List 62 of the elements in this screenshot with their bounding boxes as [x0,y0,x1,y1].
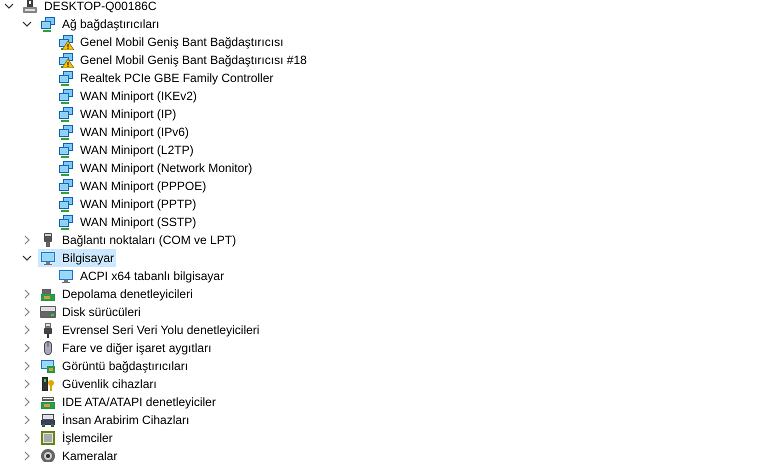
tree-item[interactable]: WAN Miniport (L2TP) [56,141,196,159]
tree-item[interactable]: WAN Miniport (IP) [56,105,178,123]
tree-item[interactable]: Realtek PCIe GBE Family Controller [56,69,276,87]
monitor-icon [40,250,56,266]
network-icon [58,196,74,212]
expand-chevron-icon[interactable] [22,451,32,461]
tree-item[interactable]: Evrensel Seri Veri Yolu denetleyicileri [38,321,262,339]
expand-chevron-icon[interactable] [22,361,32,371]
tree-item[interactable]: WAN Miniport (Network Monitor) [56,159,254,177]
keyboard-icon [40,412,56,428]
collapse-chevron-icon[interactable] [22,19,32,29]
network-icon [58,214,74,230]
expand-chevron-icon[interactable] [22,307,32,317]
tree-item[interactable]: WAN Miniport (SSTP) [56,213,198,231]
expand-chevron-icon[interactable] [22,415,32,425]
network-warning-icon [58,52,74,68]
network-icon [58,124,74,140]
tree-item[interactable]: Depolama denetleyicileri [38,285,195,303]
monitor-icon [58,268,74,284]
collapse-chevron-icon[interactable] [4,1,14,11]
chip-icon [40,430,56,446]
tree-item[interactable]: Bilgisayar [38,249,116,267]
tree-item[interactable]: Güvenlik cihazları [38,375,159,393]
tree-item[interactable]: Disk sürücüleri [38,303,143,321]
network-warning-icon [58,34,74,50]
display-adapter-icon [40,358,56,374]
security-icon [40,376,56,392]
expand-chevron-icon[interactable] [22,343,32,353]
expand-chevron-icon[interactable] [22,397,32,407]
tree-item[interactable]: Bağlantı noktaları (COM ve LPT) [38,231,238,249]
expand-chevron-icon[interactable] [22,433,32,443]
expand-chevron-icon[interactable] [22,289,32,299]
ide-icon [40,394,56,410]
tree-item[interactable]: IDE ATA/ATAPI denetleyiciler [38,393,218,411]
network-icon [40,16,56,32]
network-icon [58,178,74,194]
tree-item[interactable]: WAN Miniport (IKEv2) [56,87,199,105]
tree-item[interactable]: Kameralar [38,447,120,462]
tree-item[interactable]: WAN Miniport (PPPOE) [56,177,208,195]
tree-item[interactable]: DESKTOP-Q00186C [20,0,158,15]
tree-item[interactable]: Genel Mobil Geniş Bant Bağdaştırıcısı [56,33,286,51]
network-icon [58,88,74,104]
network-icon [58,70,74,86]
tree-item[interactable]: Ağ bağdaştırıcıları [38,15,162,33]
tree-item[interactable]: ACPI x64 tabanlı bilgisayar [56,267,226,285]
tree-item[interactable]: İşlemciler [38,429,115,447]
tree-item[interactable]: Görüntü bağdaştırıcıları [38,357,190,375]
expand-chevron-icon[interactable] [22,325,32,335]
tree-item[interactable]: İnsan Arabirim Cihazları [38,411,192,429]
computer-icon [22,0,38,14]
expand-chevron-icon[interactable] [22,379,32,389]
tree-item[interactable]: WAN Miniport (PPTP) [56,195,198,213]
storage-icon [40,286,56,302]
tree-item[interactable]: Genel Mobil Geniş Bant Bağdaştırıcısı #18 [56,51,309,69]
camera-icon [40,448,56,462]
collapse-chevron-icon[interactable] [22,253,32,263]
expand-chevron-icon[interactable] [22,235,32,245]
network-icon [58,142,74,158]
tree-item[interactable]: Fare ve diğer işaret aygıtları [38,339,214,357]
tree-item[interactable]: WAN Miniport (IPv6) [56,123,191,141]
network-icon [58,106,74,122]
network-icon [58,160,74,176]
